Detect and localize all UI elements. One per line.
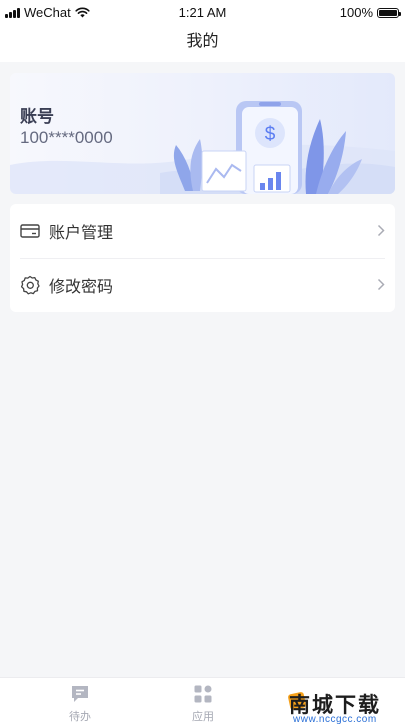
menu-item-change-password[interactable]: 修改密码: [10, 258, 395, 312]
chevron-right-icon: [377, 278, 385, 296]
gear-icon: [20, 275, 40, 295]
watermark-logo: 南城下载 www.nccgcc.com: [287, 689, 399, 725]
account-card: $ 账号 100****0000: [10, 73, 395, 194]
menu-item-label: 账户管理: [49, 225, 114, 242]
menu-item-label: 修改密码: [49, 279, 114, 296]
tab-todo[interactable]: 待办: [50, 684, 110, 724]
account-number: 100****0000: [20, 128, 113, 147]
tab-label: 应用: [192, 711, 214, 723]
tab-label: 待办: [69, 711, 91, 723]
status-right: 100%: [339, 5, 401, 20]
settings-menu: 账户管理 修改密码: [10, 204, 395, 312]
apps-icon: [194, 685, 212, 703]
chat-icon: [72, 686, 88, 702]
status-bar: WeChat 1:21 AM 100%: [0, 0, 405, 24]
svg-text:$: $: [265, 124, 276, 145]
battery-percent: 100%: [339, 5, 373, 20]
card-icon: [20, 221, 40, 241]
battery-icon: [377, 7, 401, 18]
watermark-url: www.nccgcc.com: [293, 714, 377, 725]
tab-apps[interactable]: 应用: [173, 684, 233, 724]
chevron-right-icon: [377, 224, 385, 242]
account-label: 账号: [20, 107, 54, 126]
page-title: 我的: [0, 24, 405, 62]
menu-item-account-management[interactable]: 账户管理: [10, 204, 395, 258]
